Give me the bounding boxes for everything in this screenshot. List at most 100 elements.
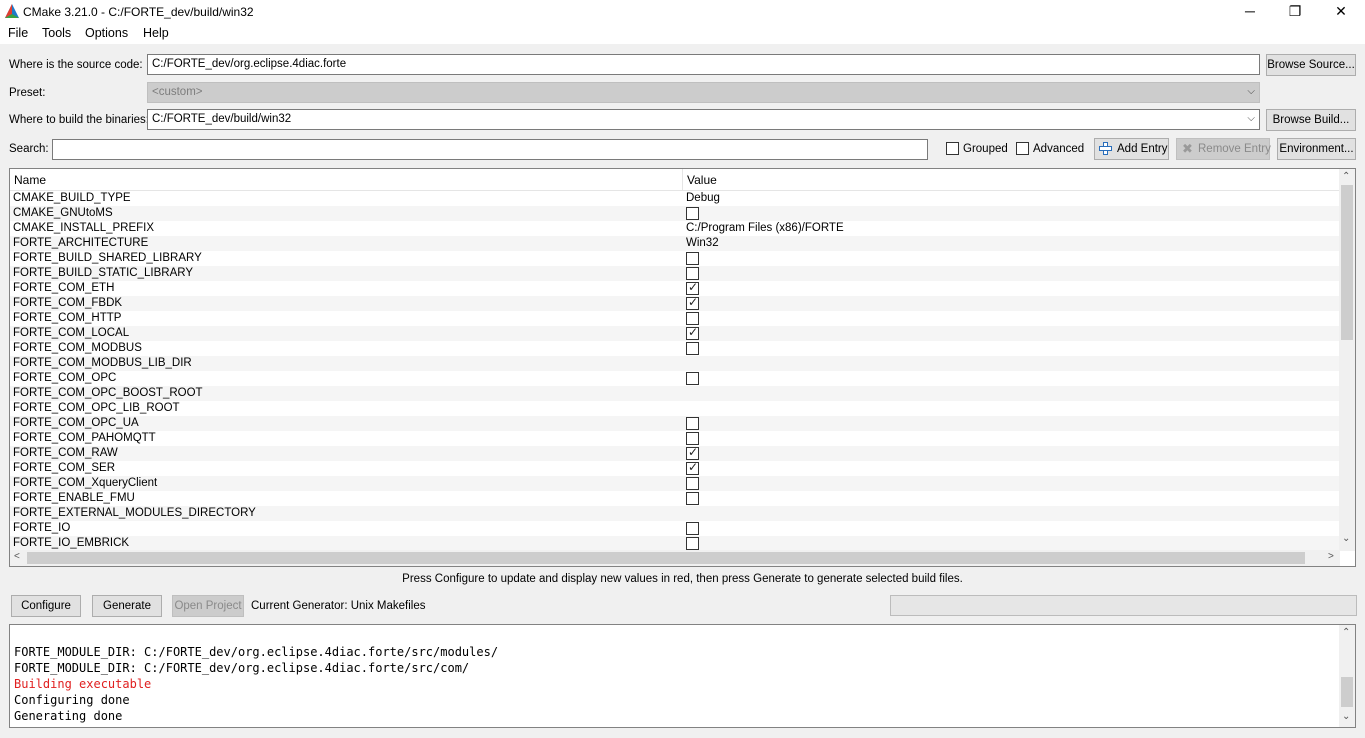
table-row[interactable]: FORTE_COM_OPC [10,371,1340,386]
scroll-down-icon[interactable]: ⌄ [1342,533,1350,544]
source-path-field[interactable]: C:/FORTE_dev/org.eclipse.4diac.forte [147,54,1260,75]
horizontal-scrollbar[interactable]: < > [10,550,1340,566]
scroll-left-icon[interactable]: < [14,551,20,562]
table-row[interactable]: FORTE_COM_HTTP [10,311,1340,326]
window-title: CMake 3.21.0 - C:/FORTE_dev/build/win32 [23,5,254,19]
table-row[interactable]: FORTE_BUILD_SHARED_LIBRARY [10,251,1340,266]
search-input[interactable] [52,139,928,160]
entry-value[interactable]: C:/Program Files (x86)/FORTE [686,221,844,236]
entry-name: CMAKE_BUILD_TYPE [13,192,131,204]
entry-name: FORTE_COM_RAW [13,447,118,459]
entry-name: FORTE_COM_PAHOMQTT [13,432,156,444]
minimize-button[interactable]: ─ [1227,0,1273,23]
menu-help[interactable]: Help [143,26,169,40]
entry-name: FORTE_COM_ETH [13,282,115,294]
table-row[interactable]: FORTE_COM_OPC_LIB_ROOT [10,401,1340,416]
entry-value-checkbox[interactable] [686,445,699,460]
entry-name: CMAKE_INSTALL_PREFIX [13,222,155,234]
grouped-checkbox[interactable] [946,142,959,155]
entry-value-checkbox[interactable] [686,460,699,475]
table-row[interactable]: FORTE_COM_XqueryClient [10,476,1340,491]
log-scrollbar[interactable]: ⌃ ⌄ [1339,625,1355,727]
build-label: Where to build the binaries: [9,114,149,126]
table-row[interactable]: FORTE_COM_MODBUS [10,341,1340,356]
entry-name: FORTE_IO [13,522,71,534]
table-row[interactable]: FORTE_COM_SER [10,460,1340,476]
advanced-checkbox[interactable] [1016,142,1029,155]
chevron-down-icon[interactable]: ⌵ [1247,113,1255,124]
entry-value-checkbox[interactable] [686,537,699,550]
build-path-value: C:/FORTE_dev/build/win32 [152,113,292,125]
vertical-scrollbar[interactable]: ⌃ ⌄ [1339,169,1355,551]
close-button[interactable]: ✕ [1318,0,1364,23]
table-row[interactable]: CMAKE_INSTALL_PREFIX C:/Program Files (x8… [10,221,1340,236]
log-line: Building executable [14,677,152,691]
menu-file[interactable]: File [8,26,28,40]
table-row[interactable]: CMAKE_GNUtoMS [10,206,1340,221]
table-row[interactable]: FORTE_IO [10,521,1340,536]
entry-value-checkbox[interactable] [686,325,699,340]
table-row[interactable]: FORTE_COM_LOCAL [10,325,1340,341]
table-row[interactable]: FORTE_BUILD_STATIC_LIBRARY [10,266,1340,281]
menu-options[interactable]: Options [85,26,128,40]
menu-bar: File Tools Options Help [0,23,1365,44]
table-row[interactable]: FORTE_EXTERNAL_MODULES_DIRECTORY [10,506,1340,521]
log-line: FORTE_MODULE_DIR: C:/FORTE_dev/org.eclip… [14,645,499,659]
browse-build-button[interactable]: Browse Build... [1266,109,1356,131]
column-header-value[interactable]: Value [687,173,717,187]
table-row[interactable]: FORTE_IO_EMBRICK [10,536,1340,551]
entry-value-checkbox[interactable] [686,280,699,295]
entry-value-checkbox[interactable] [686,312,699,325]
entry-name: FORTE_COM_MODBUS [13,342,142,354]
table-row[interactable]: FORTE_ARCHITECTURE Win32 [10,236,1340,251]
menu-tools[interactable]: Tools [42,26,71,40]
entry-value-checkbox[interactable] [686,267,699,280]
entry-value-checkbox[interactable] [686,522,699,535]
table-row[interactable]: FORTE_ENABLE_FMU [10,491,1340,506]
hscroll-thumb[interactable] [27,552,1305,564]
output-log[interactable]: FORTE_MODULE_DIR: C:/FORTE_dev/org.eclip… [9,624,1356,728]
environment-button[interactable]: Environment... [1277,138,1356,160]
table-row[interactable]: FORTE_COM_ETH [10,280,1340,296]
table-header: Name Value [10,169,1340,191]
table-row[interactable]: CMAKE_BUILD_TYPE Debug [10,191,1340,206]
table-row[interactable]: FORTE_COM_OPC_UA [10,416,1340,431]
open-project-button[interactable]: Open Project [172,595,244,617]
preset-select[interactable]: <custom> ⌵ [147,82,1260,103]
entry-value-checkbox[interactable] [686,372,699,385]
chevron-down-icon: ⌵ [1247,86,1255,97]
entry-value-checkbox[interactable] [686,342,699,355]
scroll-right-icon[interactable]: > [1328,551,1334,562]
log-line: FORTE_MODULE_DIR: C:/FORTE_dev/org.eclip… [14,661,470,675]
plus-icon [1099,142,1112,155]
entry-value-checkbox[interactable] [686,432,699,445]
entry-value-checkbox[interactable] [686,417,699,430]
entry-name: FORTE_COM_HTTP [13,312,122,324]
entry-value-checkbox[interactable] [686,252,699,265]
table-row[interactable]: FORTE_COM_OPC_BOOST_ROOT [10,386,1340,401]
entry-value-checkbox[interactable] [686,207,699,220]
scroll-thumb[interactable] [1341,677,1353,707]
configure-button[interactable]: Configure [11,595,81,617]
column-header-name[interactable]: Name [14,173,46,187]
add-entry-button[interactable]: Add Entry [1094,138,1169,160]
table-row[interactable]: FORTE_COM_PAHOMQTT [10,431,1340,446]
remove-entry-button[interactable]: ✖ Remove Entry [1176,138,1271,160]
table-row[interactable]: FORTE_COM_MODBUS_LIB_DIR [10,356,1340,371]
build-path-combo[interactable]: C:/FORTE_dev/build/win32 ⌵ [147,109,1260,130]
generate-button[interactable]: Generate [92,595,162,617]
scroll-up-icon[interactable]: ⌃ [1342,627,1350,638]
entry-value-checkbox[interactable] [686,492,699,505]
table-row[interactable]: FORTE_COM_RAW [10,445,1340,461]
scroll-thumb[interactable] [1341,185,1353,340]
scroll-down-icon[interactable]: ⌄ [1342,711,1350,722]
table-row[interactable]: FORTE_COM_FBDK [10,295,1340,311]
maximize-button[interactable]: ❐ [1272,0,1318,23]
entry-value-checkbox[interactable] [686,477,699,490]
scroll-up-icon[interactable]: ⌃ [1342,171,1350,182]
browse-source-button[interactable]: Browse Source... [1266,54,1356,76]
cache-table[interactable]: Name Value CMAKE_BUILD_TYPE Debug CMAKE_GN… [9,168,1356,567]
entry-value[interactable]: Win32 [686,236,719,251]
entry-value[interactable]: Debug [686,191,720,206]
entry-value-checkbox[interactable] [686,295,699,310]
